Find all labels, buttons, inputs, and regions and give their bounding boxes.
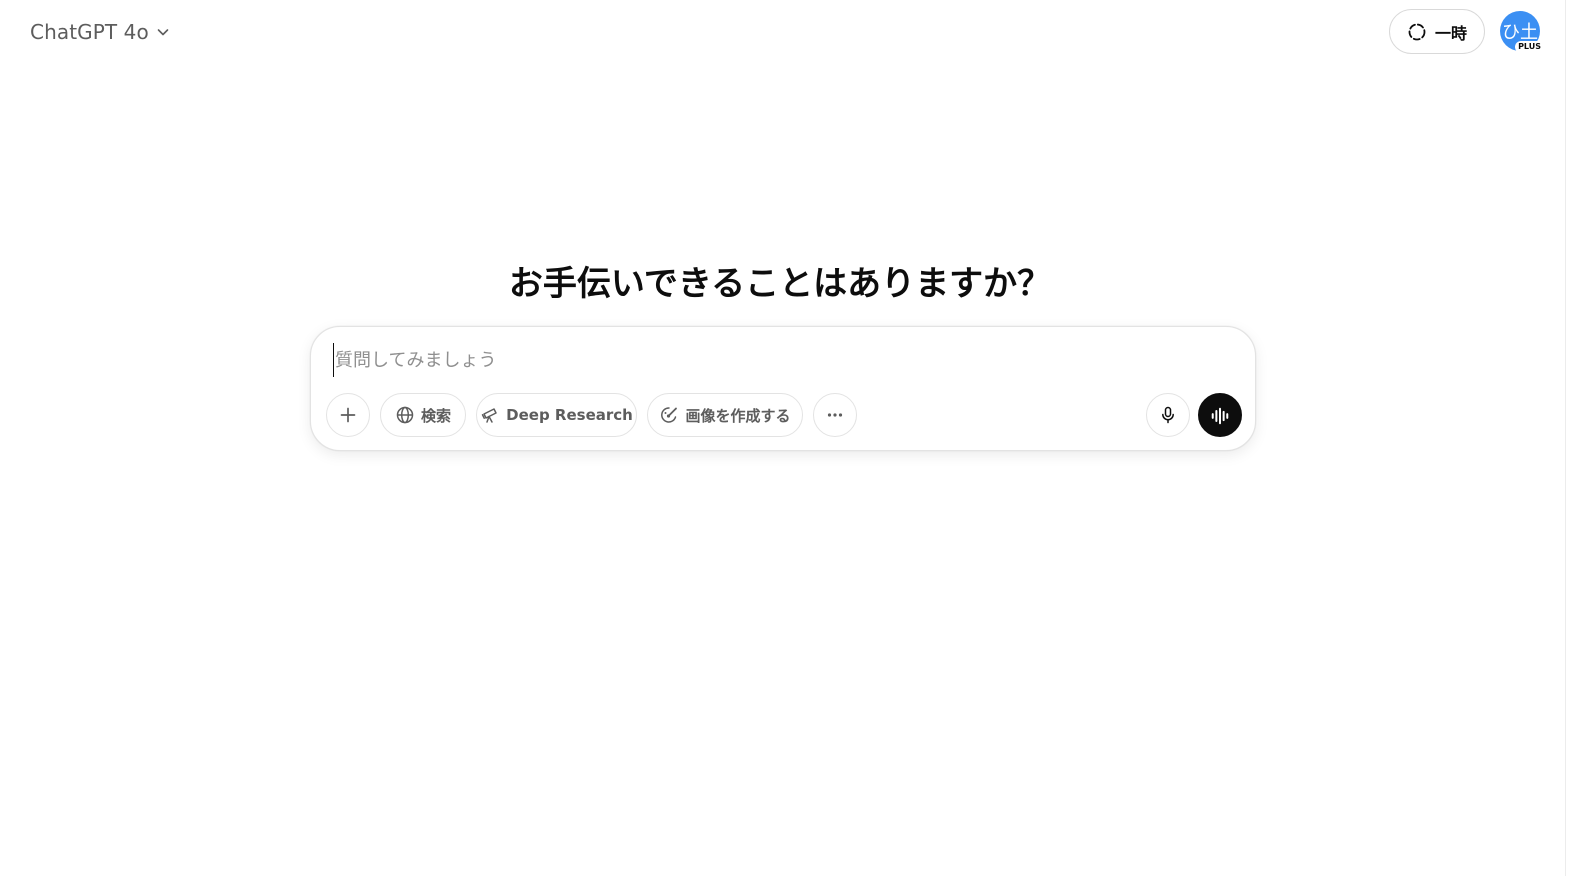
create-image-label: 画像を作成する	[685, 406, 791, 425]
deep-research-label: Deep Research	[506, 406, 633, 424]
more-tools-button[interactable]	[813, 393, 857, 437]
prompt-input[interactable]	[333, 343, 1237, 377]
model-name: ChatGPT 4o	[30, 20, 149, 44]
plus-icon	[338, 405, 358, 425]
temporary-chat-label: 一時	[1434, 23, 1467, 43]
voice-mode-button[interactable]	[1198, 393, 1242, 437]
deep-research-button[interactable]: Deep Research	[476, 393, 637, 437]
account-menu[interactable]: ひ土 PLUS	[1500, 11, 1544, 55]
microphone-icon	[1158, 405, 1178, 425]
chevron-down-icon	[155, 24, 171, 40]
search-label: 検索	[420, 406, 451, 425]
plan-badge: PLUS	[1515, 41, 1544, 53]
scrollbar-track	[1565, 0, 1566, 876]
telescope-icon	[480, 405, 500, 425]
dictate-button[interactable]	[1146, 393, 1190, 437]
dashed-circle-icon	[1407, 22, 1427, 42]
create-image-button[interactable]: 画像を作成する	[647, 393, 803, 437]
waveform-icon	[1210, 405, 1230, 425]
globe-icon	[395, 405, 415, 425]
attach-button[interactable]	[326, 393, 370, 437]
prompt-composer: 検索 Deep Research 画像を作成する	[310, 326, 1256, 451]
model-selector[interactable]: ChatGPT 4o	[18, 12, 183, 52]
temporary-chat-button[interactable]: 一時	[1389, 9, 1485, 54]
ellipsis-icon	[825, 405, 845, 425]
paintbrush-icon	[659, 405, 679, 425]
page-title: お手伝いできることはありますか？	[508, 264, 1052, 304]
search-button[interactable]: 検索	[380, 393, 466, 437]
chat-page: ChatGPT 4o 一時 ひ土 PLUS お手伝いできることはありますか？ 検…	[0, 0, 1587, 876]
